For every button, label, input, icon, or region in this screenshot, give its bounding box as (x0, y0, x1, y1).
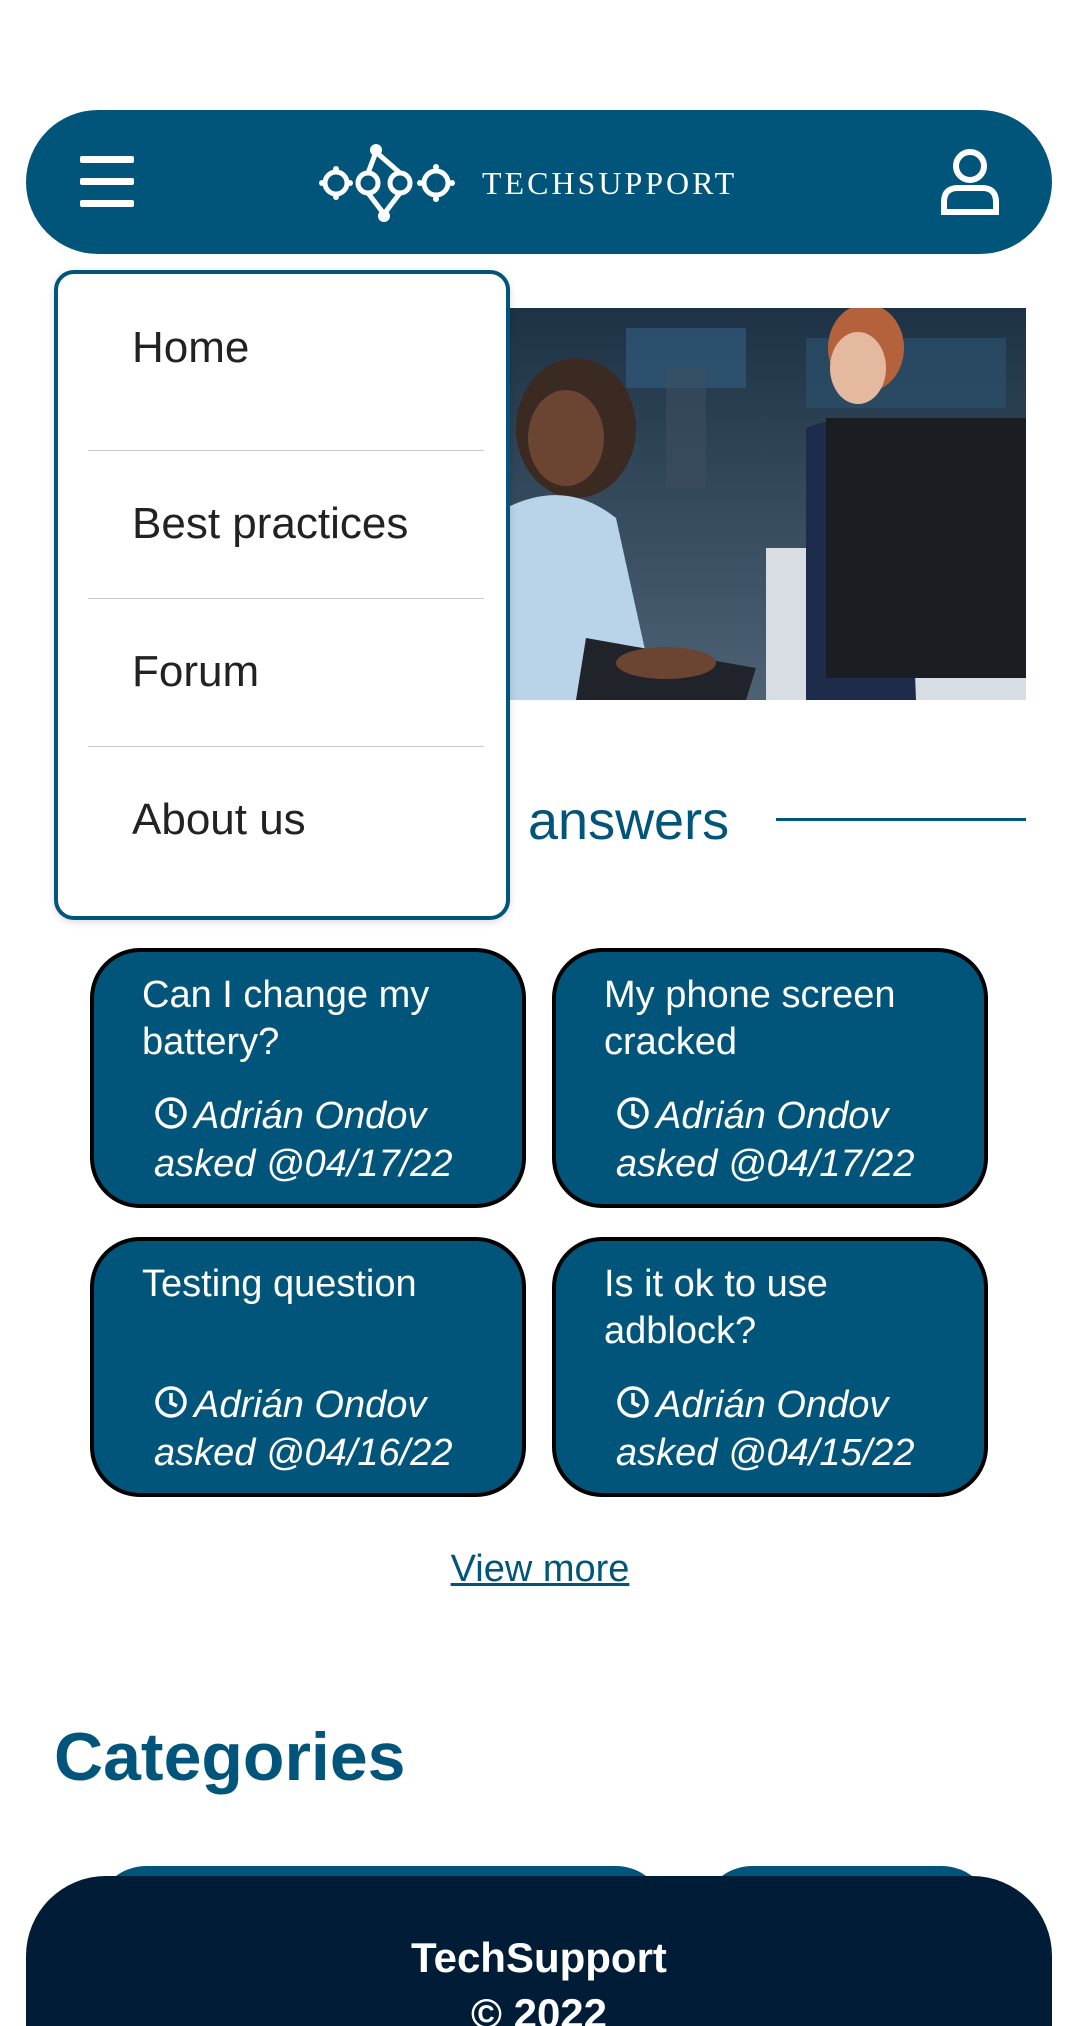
question-title: Is it ok to use adblock? (604, 1263, 828, 1352)
hero-photo-illustration (506, 308, 1026, 700)
clock-icon (155, 1097, 187, 1129)
question-date: asked @04/17/22 (616, 1143, 915, 1185)
menu-item-label: About us (132, 795, 306, 844)
menu-item-about-us[interactable]: About us (88, 746, 484, 894)
clock-icon (617, 1097, 649, 1129)
question-meta: Adrián Ondov asked @04/17/22 (616, 1092, 976, 1188)
question-author: Adrián Ondov (194, 1095, 427, 1137)
question-meta: Adrián Ondov asked @04/15/22 (616, 1381, 976, 1477)
question-card[interactable]: Is it ok to use adblock? Adrián Ondov as… (552, 1237, 988, 1497)
question-author: Adrián Ondov (656, 1384, 889, 1426)
hamburger-menu-button[interactable] (78, 154, 134, 210)
menu-item-label: Forum (132, 647, 260, 696)
question-title: Can I change my battery? (142, 974, 430, 1063)
question-card[interactable]: Testing question Adrián Ondov asked @04/… (90, 1237, 526, 1497)
menu-item-forum[interactable]: Forum (88, 598, 484, 746)
hero-image (506, 308, 1026, 700)
question-title: Testing question (142, 1263, 417, 1305)
clock-icon (155, 1386, 187, 1418)
question-date: asked @04/17/22 (154, 1143, 453, 1185)
view-more-link[interactable]: View more (0, 1548, 1080, 1591)
page-footer: TechSupport © 2022 (26, 1876, 1052, 2026)
menu-item-label: Home (132, 323, 250, 372)
clock-icon (617, 1386, 649, 1418)
question-author: Adrián Ondov (194, 1384, 427, 1426)
site-logo[interactable]: TECHSUPPORT (318, 138, 788, 228)
question-card[interactable]: Can I change my battery? Adrián Ondov as… (90, 948, 526, 1208)
footer-brand: TechSupport (411, 1934, 667, 1981)
menu-icon-bar-top (80, 156, 134, 163)
menu-item-label: Best practices (132, 499, 409, 548)
nav-dropdown-menu: Home Best practices Forum About us (54, 270, 510, 920)
logo-gears-icon (319, 144, 455, 222)
question-meta: Adrián Ondov asked @04/16/22 (154, 1381, 514, 1477)
menu-icon-bar-middle (80, 178, 134, 185)
footer-copyright: © 2022 (470, 1990, 608, 2026)
top-header: TECHSUPPORT (26, 110, 1052, 254)
question-author: Adrián Ondov (656, 1095, 889, 1137)
question-card[interactable]: My phone screen cracked Adrián Ondov ask… (552, 948, 988, 1208)
question-title: My phone screen cracked (604, 974, 896, 1063)
menu-item-best-practices[interactable]: Best practices (88, 450, 484, 598)
categories-heading: Categories (54, 1719, 406, 1795)
user-icon (941, 149, 999, 215)
question-date: asked @04/16/22 (154, 1432, 453, 1474)
section-title-answers: answers (528, 791, 730, 851)
section-title-rule (776, 818, 1026, 821)
menu-item-home[interactable]: Home (88, 274, 484, 422)
user-account-button[interactable] (940, 148, 1000, 216)
logo-text: TECHSUPPORT (482, 164, 738, 201)
question-meta: Adrián Ondov asked @04/17/22 (154, 1092, 514, 1188)
menu-icon-bar-bottom (80, 200, 134, 207)
question-date: asked @04/15/22 (616, 1432, 915, 1474)
